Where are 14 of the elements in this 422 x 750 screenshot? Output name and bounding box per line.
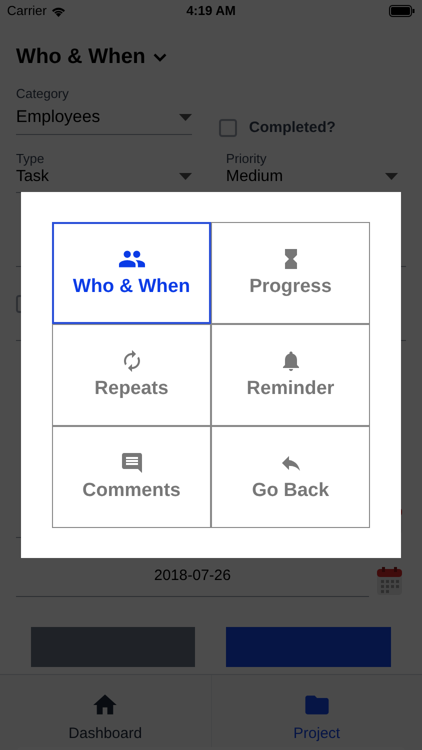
- menu-tile[interactable]: Repeats: [53, 325, 210, 425]
- menu-tile[interactable]: Who & When: [53, 223, 210, 323]
- menu-tile[interactable]: Reminder: [212, 325, 369, 425]
- carrier-name: Carrier: [7, 2, 47, 20]
- clock-time: 4:19 AM: [186, 2, 236, 20]
- menu-tile[interactable]: Go Back: [212, 427, 369, 527]
- field-label: Priority: [226, 151, 268, 167]
- checkbox-label: Completed?: [249, 118, 336, 138]
- menu-tile[interactable]: Comments: [53, 427, 210, 527]
- menu-tile[interactable]: Progress: [212, 223, 369, 323]
- date-value[interactable]: 2018-07-26: [154, 567, 231, 584]
- field-label: Category: [16, 86, 70, 102]
- section-title: Who & When: [16, 44, 146, 70]
- field-label: Type: [16, 151, 46, 167]
